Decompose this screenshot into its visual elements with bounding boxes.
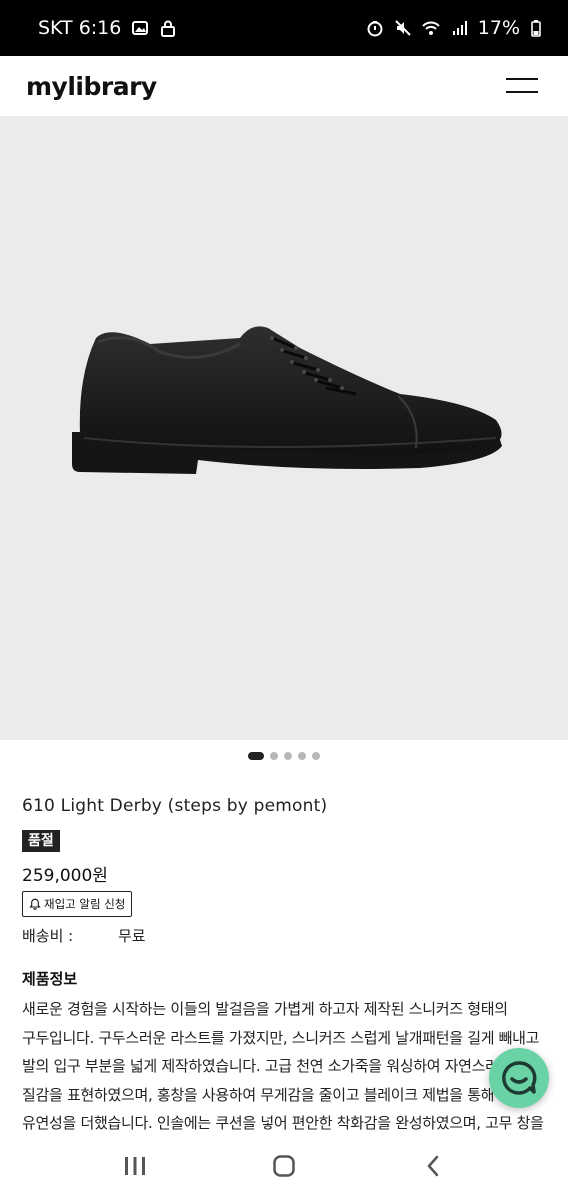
product-info: 610 Light Derby (steps by pemont) 품절 259… [22, 796, 546, 1137]
product-name: 610 Light Derby (steps by pemont) [22, 796, 328, 816]
shipping-label: 배송비 : [22, 927, 74, 945]
site-logo[interactable]: mylibrary [26, 72, 157, 101]
battery-percent: 17% [477, 17, 520, 39]
wifi-icon [422, 19, 440, 37]
battery-icon [530, 19, 542, 37]
product-info-title: 제품정보 [22, 970, 78, 988]
restock-alert-label: 재입고 알림 신청 [44, 897, 126, 911]
gallery-icon [131, 19, 149, 37]
recent-apps-button[interactable] [105, 1146, 165, 1186]
status-bar: SKT 6:16 17% [0, 0, 568, 56]
carousel-dot-1[interactable] [248, 752, 264, 760]
app-header: mylibrary [0, 56, 568, 116]
carousel-dots [0, 752, 568, 760]
carousel-dot-4[interactable] [298, 752, 306, 760]
lock-icon [159, 19, 177, 37]
status-left: SKT 6:16 [38, 17, 177, 39]
product-description: 새로운 경험을 시작하는 이들의 발걸음을 가볍게 하고자 제작된 스니커즈 형… [22, 1000, 544, 1132]
carousel-dot-5[interactable] [312, 752, 320, 760]
product-image-carousel[interactable] [0, 116, 568, 740]
signal-icon [450, 19, 468, 37]
battery-saver-icon [366, 19, 384, 37]
chat-button[interactable] [489, 1048, 549, 1108]
carrier-time: SKT 6:16 [38, 17, 122, 39]
home-button[interactable] [254, 1146, 314, 1186]
status-right: 17% [366, 17, 542, 39]
back-icon [428, 1155, 439, 1177]
restock-alert-button[interactable]: 재입고 알림 신청 [22, 891, 133, 917]
sold-out-badge: 품절 [22, 830, 60, 852]
hamburger-menu-icon[interactable] [506, 76, 538, 96]
chat-icon [502, 1061, 537, 1095]
bell-icon [29, 898, 41, 910]
system-nav-bar [0, 1132, 568, 1200]
shipping-row: 배송비 : 무료 [22, 925, 546, 946]
product-image-shoe [72, 326, 502, 474]
carousel-dot-2[interactable] [270, 752, 278, 760]
carousel-dot-3[interactable] [284, 752, 292, 760]
back-button[interactable] [403, 1146, 463, 1186]
shipping-value: 무료 [118, 927, 146, 945]
home-icon [273, 1155, 295, 1177]
recent-apps-icon [124, 1157, 145, 1175]
mute-icon [394, 19, 412, 37]
product-price: 259,000원 [22, 866, 108, 886]
